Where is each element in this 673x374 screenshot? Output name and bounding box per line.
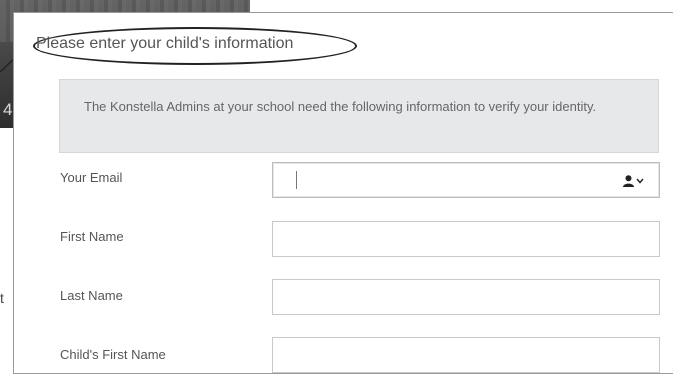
child-first-name-field[interactable] [272, 337, 660, 373]
user-icon [623, 175, 634, 187]
background-digit: 4 [3, 100, 13, 119]
child-first-name-label: Child's First Name [60, 347, 166, 362]
first-name-field[interactable] [272, 221, 660, 257]
dialog-title: Please enter your child's information [36, 35, 294, 52]
first-name-label: First Name [60, 229, 124, 244]
info-notice: The Konstella Admins at your school need… [59, 79, 659, 153]
email-field[interactable] [272, 162, 660, 198]
background-text-fragment: t [0, 290, 4, 306]
child-info-dialog: Please enter your child's information Th… [13, 12, 673, 374]
account-dropdown-toggle[interactable] [623, 172, 647, 190]
last-name-field[interactable] [272, 279, 660, 315]
text-caret [296, 171, 297, 189]
last-name-label: Last Name [60, 288, 123, 303]
chevron-down-icon [636, 178, 644, 184]
email-label: Your Email [60, 170, 123, 185]
info-notice-text: The Konstella Admins at your school need… [84, 99, 597, 114]
